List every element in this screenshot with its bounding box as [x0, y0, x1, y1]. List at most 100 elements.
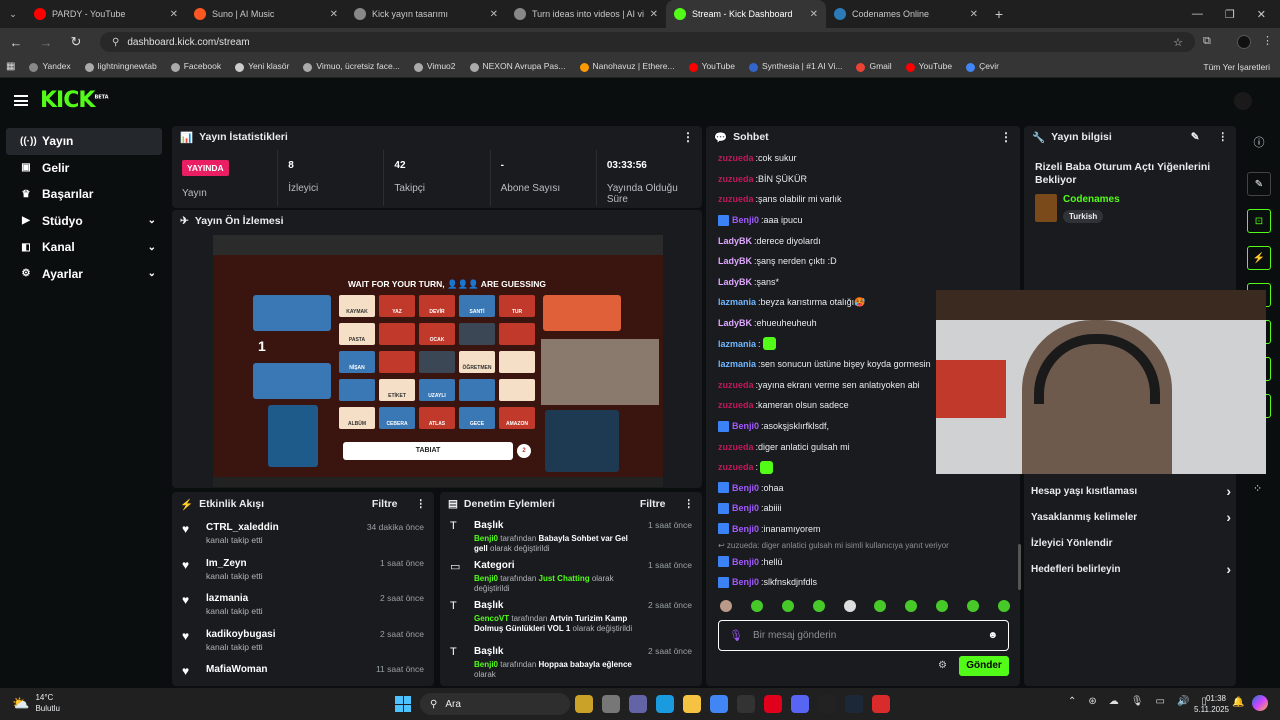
- all-bookmarks[interactable]: Tüm Yer İşaretleri: [1203, 62, 1274, 72]
- chat-username[interactable]: LadyBK: [718, 256, 752, 266]
- moderation-more-icon[interactable]: ⋮: [684, 498, 695, 510]
- chevron-down-icon[interactable]: ⌄: [148, 242, 156, 253]
- bookmark-item[interactable]: Yandex: [29, 61, 71, 72]
- bookmark-item[interactable]: YouTube: [688, 61, 735, 72]
- chat-username[interactable]: lazmania: [718, 339, 756, 349]
- chat-username[interactable]: zuzueda: [718, 194, 754, 204]
- notification-icon[interactable]: 🔔: [1232, 697, 1244, 708]
- cloud-icon[interactable]: ☁: [1109, 696, 1119, 707]
- tray-chevron-icon[interactable]: ⌃: [1068, 696, 1076, 707]
- discord-icon[interactable]: [791, 695, 809, 713]
- sidebar-item-yayn[interactable]: ((·)) Yayın: [6, 128, 162, 155]
- browser-menu-icon[interactable]: ⋮: [1262, 34, 1273, 47]
- minimize-icon[interactable]: —: [1192, 8, 1203, 21]
- event-filter-button[interactable]: Filtre: [372, 498, 398, 510]
- info-link[interactable]: Hesap yaşı kısıtlaması ›: [1031, 478, 1231, 504]
- mic-tray-icon[interactable]: 🎙: [1131, 696, 1144, 707]
- restore-icon[interactable]: ❐: [1225, 8, 1235, 21]
- chat-username[interactable]: Benji0: [732, 503, 759, 513]
- event-more-icon[interactable]: ⋮: [416, 498, 427, 510]
- emote-shortcut-icon[interactable]: [874, 600, 887, 612]
- chat-username[interactable]: zuzueda: [718, 400, 754, 410]
- stats-more-icon[interactable]: ⋮: [682, 130, 694, 144]
- tab-close-icon[interactable]: ✕: [650, 9, 658, 20]
- bookmark-star-icon[interactable]: ☆: [1173, 36, 1183, 49]
- browser-tab[interactable]: Codenames Online ✕: [826, 0, 986, 28]
- bookmark-item[interactable]: NEXON Avrupa Pas...: [469, 61, 566, 72]
- browser-tab[interactable]: Suno | AI Music ✕: [186, 0, 346, 28]
- tab-close-icon[interactable]: ✕: [490, 9, 498, 20]
- chat-username[interactable]: Benji0: [732, 557, 759, 567]
- moderation-user[interactable]: GencoVT: [474, 614, 509, 623]
- chat-scrollbar[interactable]: [1018, 544, 1021, 590]
- chat-username[interactable]: zuzueda: [718, 174, 754, 184]
- info-link[interactable]: İzleyici Yönlendir: [1031, 530, 1231, 556]
- info-link[interactable]: Yasaklanmış kelimeler ›: [1031, 504, 1231, 530]
- event-user[interactable]: CTRL_xaleddin: [206, 522, 279, 533]
- sidebar-item-stdyo[interactable]: ▶ Stüdyo ⌄: [6, 208, 162, 235]
- emote-shortcut-icon[interactable]: [781, 600, 794, 612]
- emote-shortcut-icon[interactable]: [750, 600, 763, 612]
- chat-username[interactable]: Benji0: [732, 524, 759, 534]
- volume-icon[interactable]: 🔊: [1177, 696, 1189, 707]
- clock[interactable]: 01:38 5.11.2025: [1194, 693, 1229, 715]
- send-button[interactable]: Gönder: [959, 656, 1009, 676]
- info-link[interactable]: Hedefleri belirleyin ›: [1031, 556, 1231, 582]
- reload-icon[interactable]: ↻: [68, 34, 84, 50]
- chat-username[interactable]: lazmania: [718, 359, 756, 369]
- sidebar-item-ayarlar[interactable]: ⚙ Ayarlar ⌄: [6, 261, 162, 288]
- network-icon[interactable]: ▭: [1155, 696, 1164, 707]
- chat-username[interactable]: Benji0: [732, 483, 759, 493]
- info-icon[interactable]: ⓘ: [1244, 134, 1274, 150]
- forward-icon[interactable]: →: [38, 35, 54, 50]
- apps-icon[interactable]: ▦: [6, 61, 15, 72]
- event-user[interactable]: MafiaWoman: [206, 664, 268, 675]
- taskbar-search[interactable]: ⚲ Ara: [420, 693, 570, 715]
- steam-icon[interactable]: [845, 695, 863, 713]
- event-user[interactable]: Im_Zeyn: [206, 558, 263, 569]
- bolt-action-icon[interactable]: ⚡: [1247, 246, 1271, 270]
- copilot-icon[interactable]: [1252, 695, 1268, 711]
- moderation-user[interactable]: Benji0: [474, 534, 498, 543]
- close-window-icon[interactable]: ✕: [1257, 8, 1266, 21]
- bookmark-item[interactable]: Facebook: [170, 61, 221, 72]
- chat-more-icon[interactable]: ⋮: [1000, 130, 1012, 144]
- browser-tab[interactable]: PARDY - YouTube ✕: [26, 0, 186, 28]
- sidebar-item-gelir[interactable]: ▣ Gelir: [6, 155, 162, 182]
- user-avatar[interactable]: [1234, 92, 1252, 110]
- bookmark-item[interactable]: Gmail: [856, 61, 892, 72]
- chat-username[interactable]: zuzueda: [718, 153, 754, 163]
- chat-username[interactable]: LadyBK: [718, 277, 752, 287]
- event-user[interactable]: kadikoybugasi: [206, 629, 275, 640]
- chevron-down-icon[interactable]: ⌄: [148, 268, 156, 279]
- app-icon-2[interactable]: [818, 695, 836, 713]
- back-icon[interactable]: ←: [8, 35, 24, 50]
- event-user[interactable]: lazmania: [206, 593, 263, 604]
- new-tab-button[interactable]: +: [986, 6, 1012, 22]
- bookmark-item[interactable]: Vimuo2: [413, 61, 456, 72]
- chevron-down-icon[interactable]: ⌄: [148, 215, 156, 226]
- emote-shortcut-icon[interactable]: [936, 600, 949, 612]
- chat-username[interactable]: Benji0: [732, 215, 759, 225]
- microphone-icon[interactable]: 🎙: [729, 629, 743, 642]
- folder-icon[interactable]: [683, 695, 701, 713]
- file-explorer-icon[interactable]: [602, 695, 620, 713]
- browser-tab[interactable]: Stream - Kick Dashboard ✕: [666, 0, 826, 28]
- browser-tab[interactable]: Kick yayın tasarımı ✕: [346, 0, 506, 28]
- chat-input[interactable]: 🎙 Bir mesaj gönderin ☻: [718, 620, 1009, 651]
- bookmark-item[interactable]: Vimuo, ücretsiz face...: [303, 61, 400, 72]
- browser-tab[interactable]: Turn ideas into videos | AI vide ✕: [506, 0, 666, 28]
- moderation-user[interactable]: Benji0: [474, 574, 498, 583]
- opera-icon[interactable]: [764, 695, 782, 713]
- chat-username[interactable]: zuzueda: [718, 380, 754, 390]
- info-more-icon[interactable]: ⋮: [1218, 131, 1229, 143]
- system-tray[interactable]: ⌃ ⊛ ☁ 🎙 ▭ 🔊 ▯: [1068, 696, 1207, 707]
- sidebar-item-kanal[interactable]: ◧ Kanal ⌄: [6, 234, 162, 261]
- edge-icon[interactable]: [656, 695, 674, 713]
- edit-icon[interactable]: ✎: [1191, 131, 1200, 143]
- widgets-app-icon[interactable]: [575, 695, 593, 713]
- bookmark-item[interactable]: Çevir: [966, 61, 999, 72]
- emote-shortcut-icon[interactable]: [967, 600, 979, 612]
- emote-shortcut-icon[interactable]: [905, 600, 918, 612]
- tray-app-icon[interactable]: ⊛: [1088, 696, 1096, 707]
